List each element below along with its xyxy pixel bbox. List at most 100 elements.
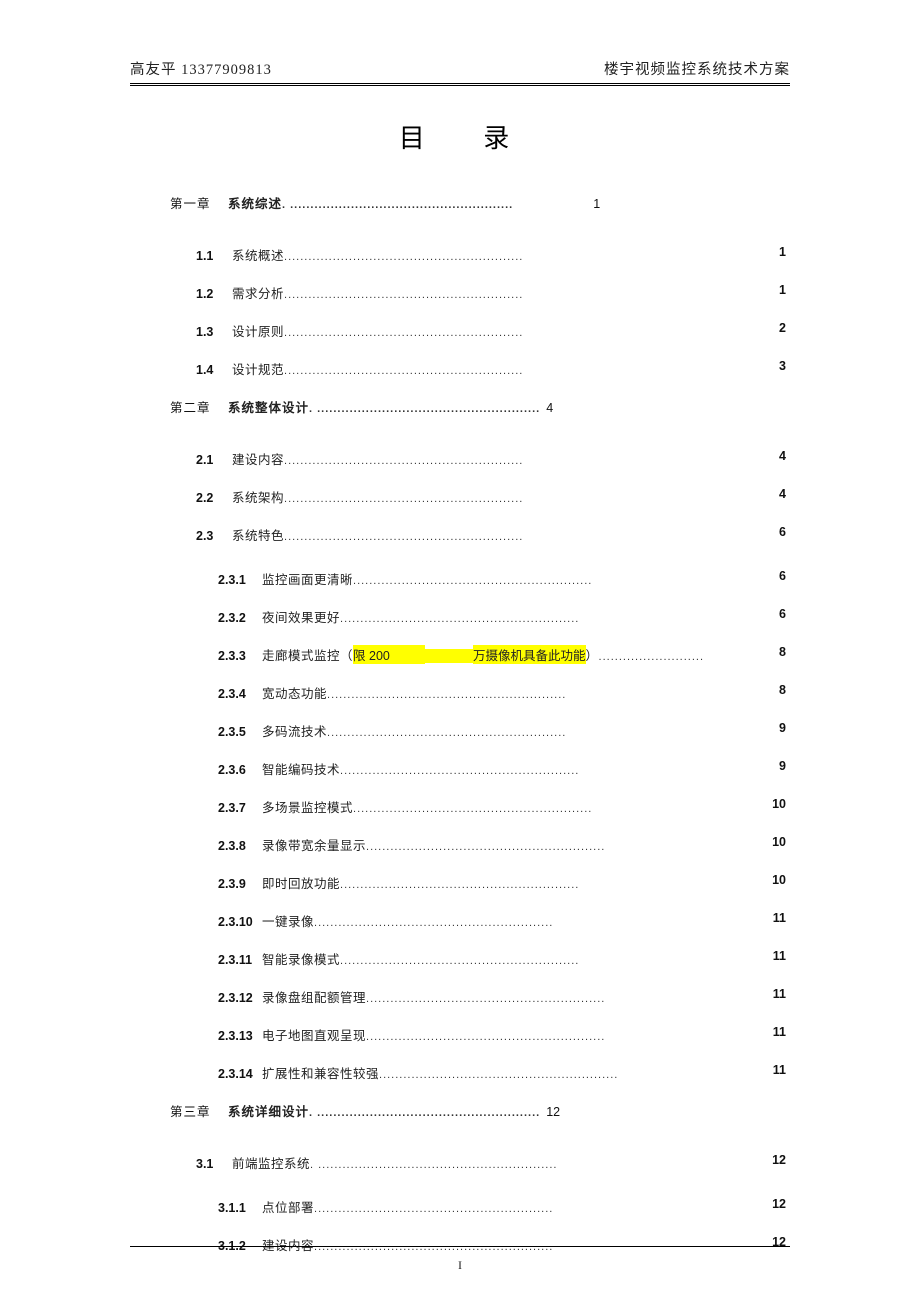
toc-label: 智能编码技术	[262, 759, 340, 778]
toc-entry: 2.3.13电子地图直观呈现 .........................…	[130, 1025, 790, 1063]
toc-page-number: 4	[546, 401, 553, 415]
toc-entry: 2.3.12录像盘组配额管理 .........................…	[130, 987, 790, 1025]
toc-index: 2.3.6	[218, 763, 262, 777]
toc-entry: 2.3.4宽动态功能 .............................…	[130, 683, 790, 721]
toc-index: 2.1	[196, 453, 232, 467]
toc-entry: 1.3设计原则 ................................…	[130, 321, 790, 359]
toc-leader-dots: ........................................…	[340, 955, 579, 967]
footer-page-number: I	[0, 1258, 920, 1273]
page-header: 高友平 13377909813 楼宇视频监控系统技术方案	[0, 58, 920, 83]
toc-page-number: 1	[593, 197, 600, 211]
toc-label: 设计原则	[232, 321, 284, 340]
toc-leader-dots: ........................................…	[353, 575, 592, 587]
toc-label: 宽动态功能	[262, 683, 327, 702]
toc-index: 第一章	[170, 193, 228, 212]
toc-leader-dots: . ......................................…	[282, 199, 513, 211]
toc-index: 3.1	[196, 1157, 232, 1171]
toc-label: 扩展性和兼容性较强	[262, 1063, 379, 1082]
toc-label: 建设内容	[232, 449, 284, 468]
toc-leader-dots: ........................................…	[327, 727, 566, 739]
toc-label: 监控画面更清晰	[262, 569, 353, 588]
footer-rule	[130, 1246, 790, 1247]
toc-leader-dots: . ......................................…	[309, 403, 540, 415]
toc-leader-dots: ........................................…	[366, 993, 605, 1005]
toc-label: 系统详细设计	[228, 1101, 309, 1120]
toc-page-number: 11	[773, 1063, 786, 1077]
header-right-text: 楼宇视频监控系统技术方案	[604, 58, 790, 79]
toc-leader-dots: ........................................…	[327, 689, 566, 701]
toc-label: 多码流技术	[262, 721, 327, 740]
toc-page-number: 11	[773, 911, 786, 925]
toc-leader-dots: ........................................…	[284, 289, 523, 301]
toc-label: 录像带宽余量显示	[262, 835, 366, 854]
table-of-contents: 第一章系统综述 . ..............................…	[130, 193, 790, 1273]
toc-leader-dots: ........................................…	[314, 1241, 553, 1253]
toc-label: 智能录像模式	[262, 949, 340, 968]
toc-page-number: 1	[779, 283, 786, 297]
toc-label: 电子地图直观呈现	[262, 1025, 366, 1044]
toc-entry: 2.3.9即时回放功能 ............................…	[130, 873, 790, 911]
toc-entry: 2.3.7多场景监控模式 ...........................…	[130, 797, 790, 835]
toc-label-special: 走廊模式监控（限 200 万摄像机具备此功能） ................…	[262, 645, 790, 664]
toc-index: 2.3.11	[218, 953, 262, 967]
toc-entry: 1.2需求分析 ................................…	[130, 283, 790, 321]
toc-entry: 2.3.3走廊模式监控（限 200 万摄像机具备此功能） ...........…	[130, 645, 790, 683]
toc-label: 即时回放功能	[262, 873, 340, 892]
toc-entry: 2.3.5多码流技术 .............................…	[130, 721, 790, 759]
toc-page-number: 2	[779, 321, 786, 335]
toc-label: 系统综述	[228, 193, 282, 212]
toc-entry: 1.1系统概述 ................................…	[130, 245, 790, 283]
toc-entry: 2.3.2夜间效果更好 ............................…	[130, 607, 790, 645]
toc-index: 第三章	[170, 1101, 228, 1120]
toc-index: 2.3.10	[218, 915, 262, 929]
toc-entry: 2.3.14扩展性和兼容性较强 ........................…	[130, 1063, 790, 1101]
toc-leader-dots: ........................................…	[340, 765, 579, 777]
toc-index: 3.1.1	[218, 1201, 262, 1215]
toc-leader-dots: . ......................................…	[309, 1107, 540, 1119]
toc-leader-dots: ........................................…	[284, 327, 523, 339]
toc-leader-dots: . ......................................…	[310, 1159, 557, 1171]
toc-page-number: 12	[546, 1105, 560, 1119]
toc-entry: 2.3.1监控画面更清晰 ...........................…	[130, 569, 790, 607]
toc-page-number: 12	[772, 1197, 786, 1211]
toc-leader-dots: ........................................…	[366, 1031, 605, 1043]
toc-label: 系统特色	[232, 525, 284, 544]
toc-index: 2.3.14	[218, 1067, 262, 1081]
toc-label: 需求分析	[232, 283, 284, 302]
toc-index: 2.3.1	[218, 573, 262, 587]
toc-leader-dots: ..........................	[599, 651, 704, 663]
toc-page-number: 4	[779, 449, 786, 463]
toc-entry: 2.3系统特色 ................................…	[130, 525, 790, 563]
toc-page-number: 6	[779, 607, 786, 621]
toc-leader-dots: ........................................…	[366, 841, 605, 853]
toc-index: 第二章	[170, 397, 228, 416]
toc-index: 2.3	[196, 529, 232, 543]
toc-index: 2.3.7	[218, 801, 262, 815]
toc-leader-dots: ........................................…	[314, 1203, 553, 1215]
toc-leader-dots: ........................................…	[284, 531, 523, 543]
toc-label: 系统概述	[232, 245, 284, 264]
toc-page-number: 9	[779, 759, 786, 773]
toc-entry: 第二章 系统整体设计 . ...........................…	[130, 397, 790, 443]
toc-leader-dots: ........................................…	[284, 251, 523, 263]
toc-leader-dots: ........................................…	[284, 493, 523, 505]
toc-index: 2.3.12	[218, 991, 262, 1005]
toc-highlight-1: 限 200	[353, 645, 425, 664]
toc-page-number: 6	[779, 569, 786, 583]
toc-page-number: 3	[779, 359, 786, 373]
toc-page-number: 10	[772, 797, 786, 811]
toc-label: 一键录像	[262, 911, 314, 930]
toc-label: 系统架构	[232, 487, 284, 506]
toc-label-prefix: 走廊模式监控（	[262, 645, 353, 664]
toc-entry: 2.1建设内容 ................................…	[130, 449, 790, 487]
toc-entry: 2.3.6智能编码技术 ............................…	[130, 759, 790, 797]
toc-page-number: 10	[772, 873, 786, 887]
toc-entry: 2.3.11智能录像模式 ...........................…	[130, 949, 790, 987]
toc-entry: 2.3.10一键录像 .............................…	[130, 911, 790, 949]
toc-page-number: 10	[772, 835, 786, 849]
toc-index: 2.3.3	[218, 649, 262, 663]
toc-page-number: 9	[779, 721, 786, 735]
toc-label: 系统整体设计	[228, 397, 309, 416]
toc-leader-dots: ........................................…	[284, 365, 523, 377]
toc-index: 2.3.4	[218, 687, 262, 701]
